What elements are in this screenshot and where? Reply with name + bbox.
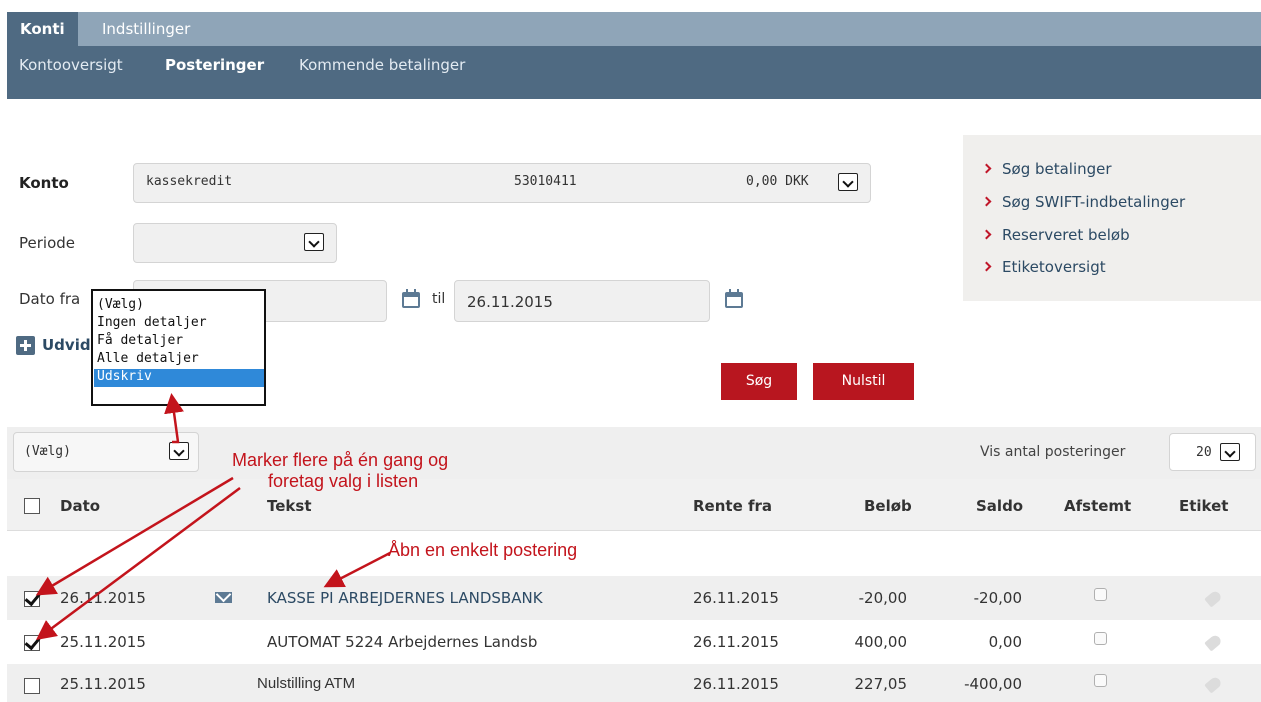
annotation-multi-select-line1: Marker flere på én gang og: [232, 450, 449, 470]
annotation-multi-select-line2: foretag valg i listen: [268, 471, 419, 491]
annotation-arrows: [35, 393, 391, 640]
arrow-to-row1-checkbox: [35, 476, 234, 596]
annotation-open-single: Åbn en enkelt postering: [388, 540, 578, 560]
arrow-to-row-link: [323, 551, 391, 588]
arrow-to-dropdown: [164, 393, 184, 444]
arrow-to-row2-checkbox: [35, 486, 241, 640]
